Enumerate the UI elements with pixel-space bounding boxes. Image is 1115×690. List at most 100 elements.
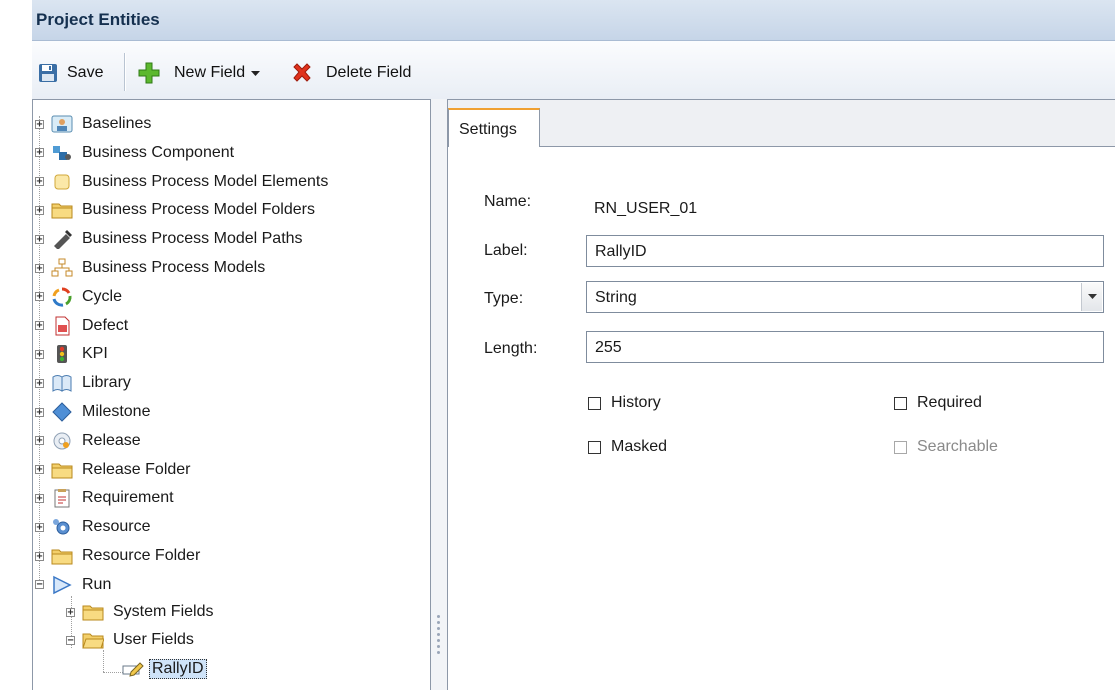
tree-item-label: Baselines: [82, 115, 152, 132]
history-label: History: [611, 394, 661, 411]
tree-item-milestone[interactable]: + Milestone: [35, 399, 150, 425]
expand-icon[interactable]: +: [35, 551, 44, 561]
tree-item-label: Defect: [82, 316, 129, 334]
tree-item-business-process-model-elements[interactable]: + Business Process Model Elements: [35, 169, 328, 195]
type-select[interactable]: String: [586, 281, 1104, 313]
folder-icon: [81, 601, 105, 623]
label-field[interactable]: RallyID: [586, 235, 1104, 267]
expand-icon[interactable]: +: [35, 263, 44, 273]
tree-item-system-fields[interactable]: + System Fields: [66, 599, 213, 625]
expand-icon[interactable]: +: [35, 148, 44, 158]
tab-settings[interactable]: Settings: [448, 108, 540, 147]
expand-icon[interactable]: +: [35, 321, 44, 331]
tree-item-library[interactable]: + Library: [35, 370, 131, 396]
tree-item-label: Business Component: [82, 143, 235, 161]
tab-strip: Settings: [448, 100, 1115, 147]
history-checkbox[interactable]: [588, 396, 601, 410]
required-checkbox[interactable]: [894, 396, 907, 410]
tree-item-cycle[interactable]: + Cycle: [35, 284, 122, 310]
expand-icon[interactable]: +: [35, 177, 44, 187]
tree-item-resource[interactable]: + Resource: [35, 514, 150, 540]
library-icon: [50, 372, 74, 394]
dropdown-arrow-icon[interactable]: [1081, 283, 1102, 311]
tree-item-defect[interactable]: + Defect: [35, 313, 128, 339]
tree-item-business-process-models[interactable]: + Business Process Models: [35, 255, 265, 281]
splitter-grip: [437, 633, 440, 636]
tree-item-resource-folder[interactable]: + Resource Folder: [35, 543, 200, 569]
tree-item-release[interactable]: + Release: [35, 428, 141, 454]
expand-icon[interactable]: +: [35, 234, 44, 244]
delete-field-label: Delete Field: [326, 64, 412, 81]
tree-item-label: RallyID: [149, 659, 207, 679]
tree-item-label: Business Process Model Elements: [82, 172, 329, 190]
toolbar-separator: [124, 53, 125, 91]
tree-item-kpi[interactable]: + KPI: [35, 341, 108, 367]
expand-icon[interactable]: +: [35, 119, 44, 129]
tree-item-label: Release: [82, 431, 141, 449]
collapse-icon[interactable]: −: [66, 635, 75, 645]
delete-field-button[interactable]: Delete Field: [291, 61, 411, 85]
tree-item-business-process-model-paths[interactable]: + Business Process Model Paths: [35, 226, 303, 252]
expand-icon[interactable]: +: [35, 349, 44, 359]
save-button[interactable]: Save: [38, 61, 103, 85]
tree-item-label: Resource Folder: [82, 547, 201, 564]
type-label: Type:: [484, 290, 524, 307]
requirement-icon: [50, 487, 74, 509]
tree-item-label: KPI: [82, 345, 108, 363]
new-field-label: New Field: [174, 64, 246, 81]
tree-item-label: Library: [82, 374, 131, 392]
new-field-button[interactable]: New Field: [138, 61, 261, 85]
tree-item-label: Release Folder: [82, 460, 191, 478]
name-label: Name:: [484, 193, 532, 210]
defect-icon: [50, 315, 74, 337]
tree-item-business-process-model-folders[interactable]: + Business Process Model Folders: [35, 197, 315, 223]
masked-checkbox[interactable]: [588, 440, 601, 454]
length-field[interactable]: 255: [586, 331, 1104, 363]
tree-item-label: Milestone: [82, 403, 151, 420]
tree-connector-line: [103, 672, 123, 673]
cycle-icon: [50, 286, 74, 308]
expand-icon[interactable]: +: [35, 493, 44, 503]
expand-icon[interactable]: +: [35, 205, 44, 215]
tree-item-label: Business Process Models: [82, 259, 266, 276]
expand-icon[interactable]: +: [35, 465, 44, 475]
tree-item-label: Run: [82, 575, 112, 593]
searchable-checkbox: [894, 440, 907, 454]
splitter-grip: [437, 615, 440, 618]
masked-label: Masked: [611, 438, 668, 455]
tree-item-business-component[interactable]: + Business Component: [35, 140, 234, 166]
expand-icon[interactable]: +: [66, 607, 75, 617]
expand-icon[interactable]: +: [35, 378, 44, 388]
kpi-icon: [50, 343, 74, 365]
expand-icon[interactable]: +: [35, 292, 44, 302]
tree-item-run[interactable]: − Run: [35, 572, 111, 598]
tree-item-label: Requirement: [82, 489, 174, 507]
searchable-label: Searchable: [917, 438, 998, 455]
tree-item-requirement[interactable]: + Requirement: [35, 485, 174, 511]
required-label: Required: [917, 394, 982, 411]
history-checkbox-row[interactable]: History: [588, 394, 661, 412]
masked-checkbox-row[interactable]: Masked: [588, 438, 667, 456]
type-select-value: String: [595, 289, 637, 306]
expand-icon[interactable]: +: [35, 407, 44, 417]
tree-item-baselines[interactable]: + Baselines: [35, 111, 151, 137]
tree-item-label: Cycle: [82, 287, 123, 305]
panel-title-bar: Project Entities: [32, 0, 1115, 41]
length-label: Length:: [484, 340, 538, 357]
tree-item-rallyid[interactable]: RallyID: [121, 656, 207, 682]
save-label: Save: [67, 64, 104, 81]
required-checkbox-row[interactable]: Required: [894, 394, 982, 412]
tree-item-release-folder[interactable]: + Release Folder: [35, 457, 191, 483]
release-icon: [50, 430, 74, 452]
tree-item-label: Business Process Model Folders: [82, 201, 315, 219]
name-value: RN_USER_01: [594, 200, 698, 217]
panel-splitter[interactable]: [431, 99, 447, 690]
tree-item-label: User Fields: [113, 631, 194, 648]
collapse-icon[interactable]: −: [35, 580, 44, 590]
folder-icon: [50, 199, 74, 221]
splitter-grip: [437, 651, 440, 654]
tree-item-user-fields[interactable]: − User Fields: [66, 627, 194, 653]
expand-icon[interactable]: +: [35, 522, 44, 532]
expand-icon[interactable]: +: [35, 436, 44, 446]
label-label: Label:: [484, 242, 528, 259]
